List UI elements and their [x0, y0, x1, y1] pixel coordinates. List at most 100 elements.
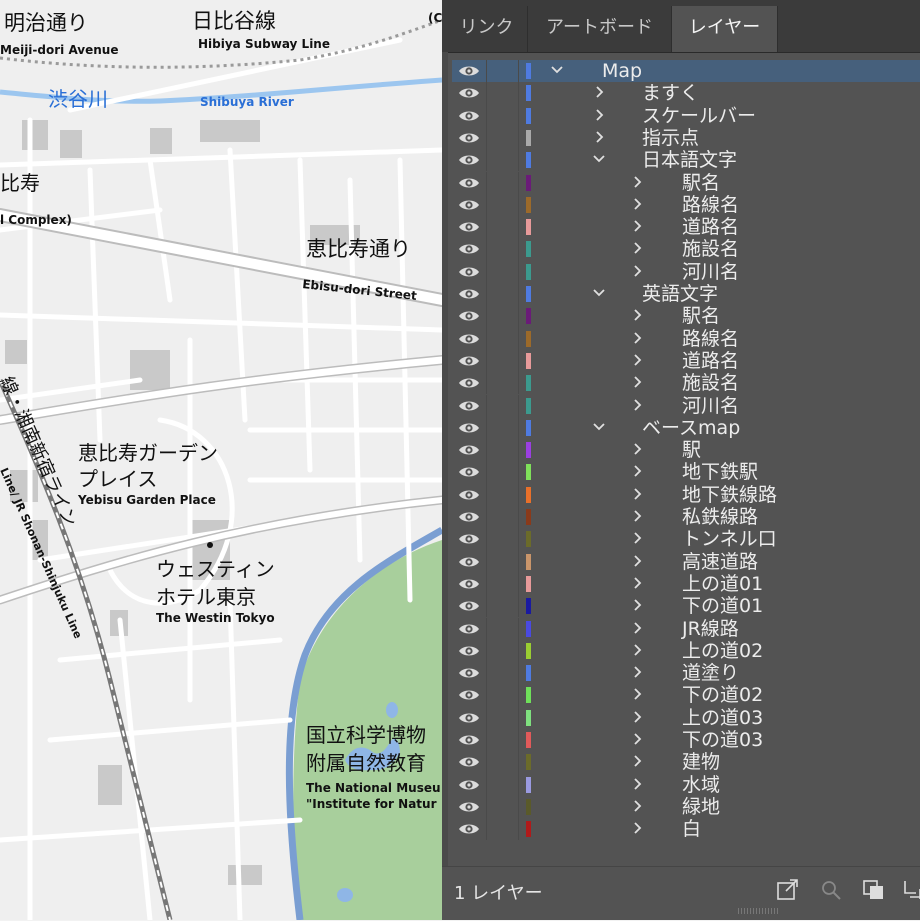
visibility-eye-icon[interactable]	[458, 85, 480, 101]
lock-column[interactable]	[518, 550, 519, 573]
visibility-eye-icon[interactable]	[458, 777, 480, 793]
visibility-eye-icon[interactable]	[458, 754, 480, 770]
visibility-eye-icon[interactable]	[458, 130, 480, 146]
resize-grip[interactable]	[738, 908, 778, 914]
lock-column[interactable]	[518, 372, 519, 395]
visibility-eye-icon[interactable]	[458, 487, 480, 503]
layer-name[interactable]: 道路名	[682, 216, 739, 238]
layer-row[interactable]: 道塗り	[452, 662, 920, 685]
layer-name[interactable]: トンネル口	[682, 528, 777, 550]
visibility-eye-icon[interactable]	[458, 241, 480, 257]
lock-column[interactable]	[518, 617, 519, 640]
layer-row[interactable]: 施設名	[452, 238, 920, 261]
tab-artboards[interactable]: アートボード	[528, 6, 672, 52]
lock-column[interactable]	[518, 193, 519, 217]
lock-column[interactable]	[518, 260, 519, 283]
lock-column[interactable]	[518, 662, 519, 685]
visibility-eye-icon[interactable]	[458, 821, 480, 837]
lock-column[interactable]	[518, 60, 519, 83]
layer-name[interactable]: 駅	[682, 439, 701, 461]
visibility-eye-icon[interactable]	[458, 152, 480, 168]
layer-row[interactable]: 路線名	[452, 327, 920, 350]
layer-row[interactable]: 駅名	[452, 171, 920, 194]
chevron-right-icon[interactable]	[630, 642, 644, 658]
lock-column[interactable]	[518, 483, 519, 506]
visibility-eye-icon[interactable]	[458, 621, 480, 637]
visibility-eye-icon[interactable]	[458, 732, 480, 748]
layer-row[interactable]: 駅名	[452, 305, 920, 328]
layer-name[interactable]: ベースmap	[642, 417, 740, 439]
visibility-eye-icon[interactable]	[458, 308, 480, 324]
layer-name[interactable]: 上の道02	[682, 640, 763, 662]
layer-row[interactable]: 緑地	[452, 795, 920, 819]
chevron-down-icon[interactable]	[550, 62, 564, 78]
layer-row[interactable]: トンネル口	[452, 528, 920, 551]
chevron-right-icon[interactable]	[630, 463, 644, 479]
chevron-right-icon[interactable]	[630, 330, 644, 346]
lock-column[interactable]	[518, 349, 519, 373]
chevron-right-icon[interactable]	[630, 776, 644, 792]
chevron-right-icon[interactable]	[592, 107, 606, 123]
layer-name[interactable]: 施設名	[682, 238, 739, 260]
layer-name[interactable]: 下の道01	[682, 595, 763, 617]
visibility-eye-icon[interactable]	[458, 353, 480, 369]
lock-column[interactable]	[518, 461, 519, 484]
lock-column[interactable]	[518, 818, 519, 841]
layer-row[interactable]: 英語文字	[452, 283, 920, 306]
chevron-right-icon[interactable]	[630, 307, 644, 323]
layer-name[interactable]: 下の道02	[682, 684, 763, 706]
chevron-right-icon[interactable]	[630, 709, 644, 725]
layer-row[interactable]: 水域	[452, 773, 920, 796]
layer-row[interactable]: 施設名	[452, 372, 920, 395]
layer-name[interactable]: 下の道03	[682, 729, 763, 751]
visibility-eye-icon[interactable]	[458, 554, 480, 570]
visibility-eye-icon[interactable]	[458, 286, 480, 302]
layer-row[interactable]: 駅	[452, 439, 920, 462]
chevron-right-icon[interactable]	[630, 441, 644, 457]
layer-name[interactable]: 私鉄線路	[682, 506, 758, 528]
visibility-eye-icon[interactable]	[458, 665, 480, 681]
chevron-right-icon[interactable]	[630, 218, 644, 234]
lock-column[interactable]	[518, 729, 519, 752]
lock-column[interactable]	[518, 416, 519, 440]
layer-row[interactable]: 上の道03	[452, 706, 920, 729]
visibility-eye-icon[interactable]	[458, 420, 480, 436]
layer-row[interactable]: 道路名	[452, 349, 920, 373]
layer-name[interactable]: 路線名	[682, 194, 739, 216]
layer-row[interactable]: 地下鉄線路	[452, 483, 920, 506]
layer-name[interactable]: 地下鉄駅	[682, 461, 758, 483]
chevron-right-icon[interactable]	[630, 731, 644, 747]
visibility-eye-icon[interactable]	[458, 531, 480, 547]
layer-name[interactable]: 道塗り	[682, 662, 739, 684]
layer-name[interactable]: 建物	[682, 751, 720, 773]
layer-name[interactable]: 白	[682, 818, 701, 840]
layer-row[interactable]: ベースmap	[452, 416, 920, 440]
layer-row[interactable]: 下の道02	[452, 684, 920, 707]
chevron-right-icon[interactable]	[630, 620, 644, 636]
lock-column[interactable]	[518, 171, 519, 194]
lock-column[interactable]	[518, 149, 519, 172]
layer-name[interactable]: 駅名	[682, 305, 720, 327]
visibility-eye-icon[interactable]	[458, 331, 480, 347]
chevron-right-icon[interactable]	[630, 174, 644, 190]
visibility-eye-icon[interactable]	[458, 175, 480, 191]
layer-row[interactable]: 私鉄線路	[452, 506, 920, 529]
layer-name[interactable]: 河川名	[682, 261, 739, 283]
lock-column[interactable]	[518, 684, 519, 707]
chevron-right-icon[interactable]	[630, 597, 644, 613]
visibility-eye-icon[interactable]	[458, 598, 480, 614]
visibility-eye-icon[interactable]	[458, 710, 480, 726]
layer-row[interactable]: 下の道03	[452, 729, 920, 752]
layer-name[interactable]: 地下鉄線路	[682, 484, 777, 506]
layer-name[interactable]: 日本語文字	[642, 149, 737, 171]
layer-row[interactable]: 地下鉄駅	[452, 461, 920, 484]
layer-name[interactable]: 河川名	[682, 395, 739, 417]
chevron-right-icon[interactable]	[630, 798, 644, 814]
layer-name[interactable]: ますく	[642, 82, 699, 104]
lock-column[interactable]	[518, 82, 519, 105]
chevron-right-icon[interactable]	[630, 486, 644, 502]
chevron-right-icon[interactable]	[630, 575, 644, 591]
layer-name[interactable]: 路線名	[682, 328, 739, 350]
chevron-right-icon[interactable]	[630, 686, 644, 702]
lock-column[interactable]	[518, 751, 519, 774]
